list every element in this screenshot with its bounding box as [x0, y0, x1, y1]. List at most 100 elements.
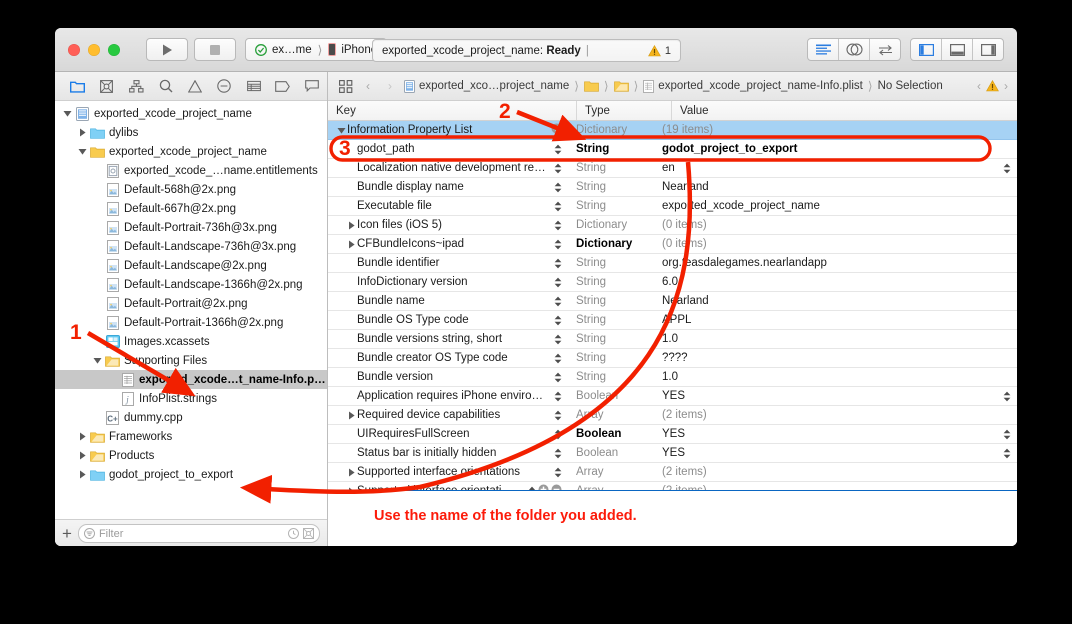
plist-value-cell[interactable]: (2 items)	[654, 409, 1017, 421]
disclosure-triangle[interactable]	[76, 147, 89, 156]
plist-type-cell[interactable]: String	[568, 143, 654, 155]
stepper-icon[interactable]	[554, 315, 562, 326]
plist-value-cell[interactable]: org.teasdalegames.nearlandapp	[654, 257, 1017, 269]
stepper-icon[interactable]	[554, 182, 562, 193]
column-header-type[interactable]: Type	[577, 101, 672, 120]
plist-disclosure-triangle[interactable]	[336, 126, 347, 135]
project-navigator-tab[interactable]	[63, 80, 92, 93]
plist-key-cell[interactable]: Icon files (iOS 5)	[328, 219, 568, 231]
tree-item-5[interactable]: Default-667h@2x.png	[55, 199, 327, 218]
plist-row-controls[interactable]	[554, 315, 562, 326]
disclosure-triangle[interactable]	[76, 432, 89, 441]
plist-row-controls[interactable]	[554, 467, 562, 478]
stepper-icon[interactable]	[554, 201, 562, 212]
scheme-destination-control[interactable]: ex…me ⟩ iPhone	[245, 38, 387, 61]
previous-issue-button[interactable]: ‹	[975, 79, 983, 93]
debug-area-toggle-button[interactable]	[942, 39, 973, 60]
disclosure-triangle[interactable]	[61, 109, 74, 118]
plist-editor[interactable]: Key Type Value Information Property List…	[328, 101, 1017, 490]
plist-disclosure-triangle[interactable]	[346, 487, 357, 491]
plist-key-cell[interactable]: Bundle version	[328, 371, 568, 383]
plist-key-cell[interactable]: Bundle versions string, short	[328, 333, 568, 345]
close-button[interactable]	[68, 44, 80, 56]
plist-key-cell[interactable]: Bundle display name	[328, 181, 568, 193]
plist-type-cell[interactable]: String	[568, 162, 654, 174]
plist-row-7[interactable]: Bundle identifierStringorg.teasdalegames…	[328, 254, 1017, 273]
plist-value-cell[interactable]: (2 items)	[654, 466, 1017, 478]
view-toggles-segmented[interactable]	[910, 38, 1004, 61]
plist-value-cell[interactable]: YES	[654, 428, 1017, 440]
stepper-icon[interactable]	[554, 448, 562, 459]
plist-value-cell[interactable]: ????	[654, 352, 1017, 364]
plist-key-cell[interactable]: Status bar is initially hidden	[328, 447, 568, 459]
editor-mode-segmented[interactable]	[807, 38, 901, 61]
plist-key-cell[interactable]: Bundle creator OS Type code	[328, 352, 568, 364]
stepper-icon[interactable]	[554, 391, 562, 402]
plist-value-cell[interactable]: YES	[654, 390, 1017, 402]
plist-value-cell[interactable]: APPL	[654, 314, 1017, 326]
plist-row-3[interactable]: Bundle display nameStringNearland	[328, 178, 1017, 197]
plist-value-cell[interactable]: (19 items)	[654, 124, 1017, 136]
test-navigator-tab[interactable]	[210, 79, 239, 93]
plist-disclosure-triangle[interactable]	[346, 221, 357, 230]
forward-button[interactable]: ›	[379, 79, 401, 93]
plist-type-cell[interactable]: String	[568, 200, 654, 212]
plist-key-cell[interactable]: Supported interface orientations	[328, 466, 568, 478]
plist-value-cell[interactable]: 1.0	[654, 371, 1017, 383]
plist-value-cell[interactable]: (0 items)	[654, 238, 1017, 250]
stepper-icon[interactable]	[554, 334, 562, 345]
plist-row-13[interactable]: Bundle versionString1.0	[328, 368, 1017, 387]
column-header-key[interactable]: Key	[328, 101, 577, 120]
plist-row-12[interactable]: Bundle creator OS Type codeString????	[328, 349, 1017, 368]
stepper-icon[interactable]	[554, 144, 562, 155]
tree-item-7[interactable]: Default-Landscape-736h@3x.png	[55, 237, 327, 256]
tree-item-17[interactable]: Frameworks	[55, 427, 327, 446]
assistant-editor-button[interactable]	[839, 39, 870, 60]
stepper-icon[interactable]	[1003, 429, 1011, 440]
plist-key-cell[interactable]: Localization native development re…	[328, 162, 568, 174]
plist-disclosure-triangle[interactable]	[346, 240, 357, 249]
stepper-icon[interactable]	[1003, 391, 1011, 402]
zoom-button[interactable]	[108, 44, 120, 56]
debug-navigator-tab[interactable]	[239, 80, 268, 92]
plist-row-0[interactable]: Information Property ListDictionary(19 i…	[328, 121, 1017, 140]
plist-row-controls[interactable]	[528, 484, 562, 490]
report-navigator-tab[interactable]	[298, 80, 327, 92]
plist-type-cell[interactable]: Array	[568, 409, 654, 421]
plist-type-cell[interactable]: String	[568, 371, 654, 383]
plist-row-11[interactable]: Bundle versions string, shortString1.0	[328, 330, 1017, 349]
plist-key-cell[interactable]: Bundle name	[328, 295, 568, 307]
plist-value-cell[interactable]: 6.0	[654, 276, 1017, 288]
add-row-button[interactable]	[551, 123, 562, 137]
breadcrumb-item-selection[interactable]: No Selection	[875, 80, 946, 92]
plist-key-cell[interactable]: godot_path	[328, 143, 568, 155]
plist-key-cell[interactable]: Required device capabilities	[328, 409, 568, 421]
plist-value-cell[interactable]: YES	[654, 447, 1017, 459]
tree-item-4[interactable]: Default-568h@2x.png	[55, 180, 327, 199]
plist-row-controls[interactable]	[554, 334, 562, 345]
breadcrumb-item-group-supporting[interactable]	[611, 80, 632, 92]
plist-type-cell[interactable]: String	[568, 181, 654, 193]
tree-item-9[interactable]: Default-Landscape-1366h@2x.png	[55, 275, 327, 294]
tree-item-6[interactable]: Default-Portrait-736h@3x.png	[55, 218, 327, 237]
tree-item-16[interactable]: C+dummy.cpp	[55, 408, 327, 427]
next-issue-button[interactable]: ›	[1002, 79, 1010, 93]
plist-row-2[interactable]: Localization native development re…Strin…	[328, 159, 1017, 178]
plist-row-1[interactable]: godot_pathStringgodot_project_to_export	[328, 140, 1017, 159]
symbol-navigator-tab[interactable]	[92, 80, 121, 93]
back-button[interactable]: ‹	[357, 79, 379, 93]
plist-row-17[interactable]: Status bar is initially hiddenBooleanYES	[328, 444, 1017, 463]
plist-key-cell[interactable]: Bundle OS Type code	[328, 314, 568, 326]
disclosure-triangle[interactable]	[76, 451, 89, 460]
remove-row-button[interactable]	[551, 484, 562, 490]
plist-row-9[interactable]: Bundle nameStringNearland	[328, 292, 1017, 311]
breadcrumb-item-project[interactable]: exported_xco…project_name	[401, 80, 572, 93]
plist-row-controls[interactable]	[554, 410, 562, 421]
tree-item-10[interactable]: Default-Portrait@2x.png	[55, 294, 327, 313]
stepper-icon[interactable]	[554, 410, 562, 421]
breadcrumb-item-group-yellow[interactable]	[581, 80, 602, 92]
tree-item-13[interactable]: Supporting Files	[55, 351, 327, 370]
standard-editor-button[interactable]	[808, 39, 839, 60]
plist-key-cell[interactable]: InfoDictionary version	[328, 276, 568, 288]
add-row-button[interactable]	[538, 484, 549, 490]
